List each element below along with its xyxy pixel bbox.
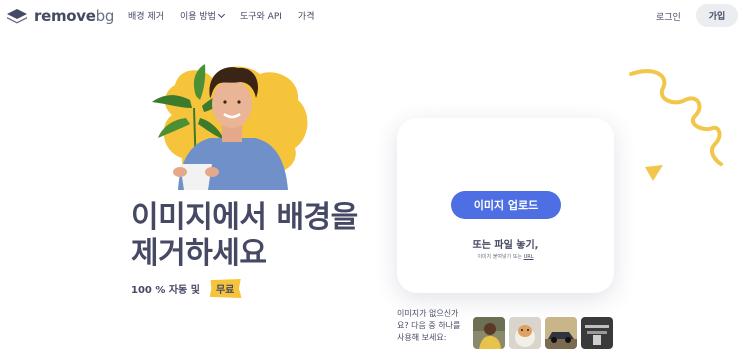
drop-file-text: 또는 파일 놓기,: [472, 240, 539, 251]
page: removebg 배경 제거 이용 방법 도구와 API 가격 로그인 가입 이…: [0, 0, 743, 363]
upload-card[interactable]: 이미지 업로드 또는 파일 놓기, 이미지 붙여넣기 또는 URL: [397, 118, 614, 293]
free-badge: 무료: [208, 278, 242, 299]
hero-subline: 100 % 자동 및 무료: [131, 278, 242, 299]
paste-hint: 이미지 붙여넣기 또는 URL: [477, 254, 534, 260]
no-image-text: 이미지가 없으신가요? 다음 중 하나를 사용해 보세요:: [397, 309, 461, 342]
sample-image-dog[interactable]: [509, 317, 541, 349]
headline-line-1: 이미지에서 배경을: [131, 200, 358, 235]
upload-image-button[interactable]: 이미지 업로드: [451, 191, 561, 219]
url-link[interactable]: URL: [524, 254, 534, 260]
hero-headline: 이미지에서 배경을 제거하세요: [131, 200, 401, 272]
main-nav: 배경 제거 이용 방법 도구와 API 가격: [128, 9, 330, 22]
sample-image-object[interactable]: [581, 317, 613, 349]
nav-pricing[interactable]: 가격: [298, 9, 315, 22]
nav-how-to-use[interactable]: 이용 방법: [180, 9, 226, 22]
logo-text: removebg: [34, 7, 115, 25]
nav-tools-api[interactable]: 도구와 API: [240, 9, 282, 22]
hero-person-illustration: [152, 64, 308, 190]
sample-image-person[interactable]: [473, 317, 505, 349]
headline-line-2: 제거하세요: [131, 236, 267, 271]
header: removebg 배경 제거 이용 방법 도구와 API 가격 로그인 가입: [0, 0, 743, 32]
chevron-down-icon: [217, 10, 226, 18]
sample-images: [473, 317, 613, 349]
login-link[interactable]: 로그인: [656, 10, 681, 23]
sample-image-car[interactable]: [545, 317, 577, 349]
decorative-squiggle: [629, 69, 723, 166]
nav-remove-background[interactable]: 배경 제거: [128, 9, 164, 22]
decorative-triangle: [645, 165, 663, 181]
subline-text: 100 % 자동 및: [131, 285, 200, 296]
signup-button[interactable]: 가입: [696, 4, 738, 27]
logo-icon: [7, 9, 27, 24]
logo[interactable]: removebg: [6, 6, 114, 26]
